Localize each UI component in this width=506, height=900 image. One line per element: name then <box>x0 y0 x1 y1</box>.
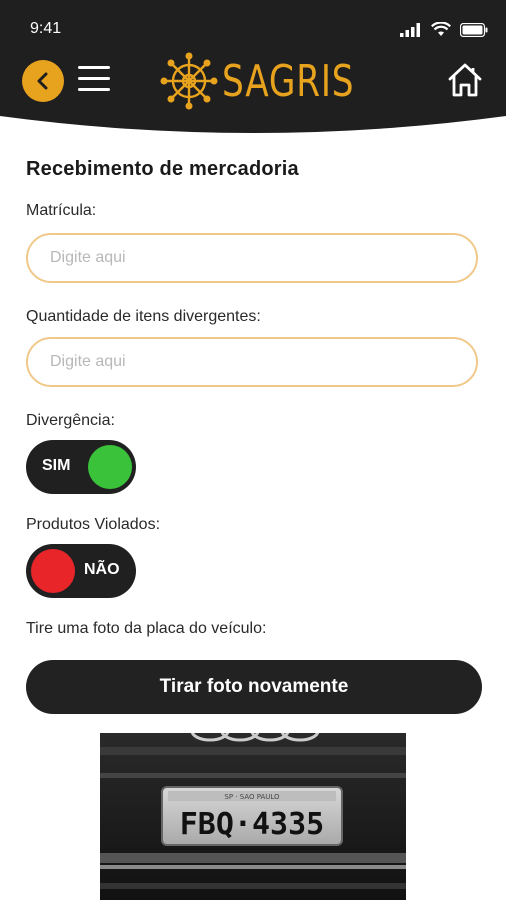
signal-icon <box>400 22 420 37</box>
vehicle-plate-photo: SP · SAO PAULO FBQ·4335 <box>100 733 406 900</box>
plate-photo-image: SP · SAO PAULO FBQ·4335 <box>100 733 406 900</box>
brand-name: SAGRIS <box>222 55 355 107</box>
divergent-qty-label: Quantidade de itens divergentes: <box>26 308 261 325</box>
battery-icon <box>460 22 488 37</box>
page-title: Recebimento de mercadoria <box>26 158 299 180</box>
divergence-toggle-knob <box>88 445 132 489</box>
divergence-toggle-state: SIM <box>42 457 71 474</box>
status-icons <box>400 22 488 37</box>
registration-label: Matrícula: <box>26 202 97 219</box>
violated-products-toggle-state: NÃO <box>84 561 120 578</box>
retake-photo-button[interactable]: Tirar foto novamente <box>26 660 482 714</box>
menu-button[interactable] <box>78 66 110 96</box>
brand-logo: SAGRIS <box>160 50 392 112</box>
back-button[interactable] <box>22 60 64 102</box>
app-header: 9:41 SAGRIS <box>0 0 506 140</box>
menu-icon <box>78 66 110 69</box>
photo-label: Tire uma foto da placa do veículo: <box>26 620 267 637</box>
home-icon <box>448 63 482 97</box>
divergent-qty-input[interactable]: Digite aqui <box>26 337 478 387</box>
divergence-label: Divergência: <box>26 412 115 429</box>
violated-products-label: Produtos Violados: <box>26 516 161 533</box>
violated-products-toggle[interactable]: NÃO <box>26 544 136 598</box>
divergence-toggle[interactable]: SIM <box>26 440 136 494</box>
plate-top-text: SP · SAO PAULO <box>224 793 280 801</box>
home-button[interactable] <box>446 62 484 98</box>
wifi-icon <box>431 22 451 36</box>
status-time: 9:41 <box>30 20 62 37</box>
chevron-left-icon <box>37 72 48 90</box>
logo-wheel-icon <box>160 52 218 110</box>
plate-number: FBQ·4335 <box>180 807 325 842</box>
form-content: Recebimento de mercadoria Matrícula: Dig… <box>26 158 482 714</box>
registration-input[interactable]: Digite aqui <box>26 233 478 283</box>
violated-products-toggle-knob <box>31 549 75 593</box>
